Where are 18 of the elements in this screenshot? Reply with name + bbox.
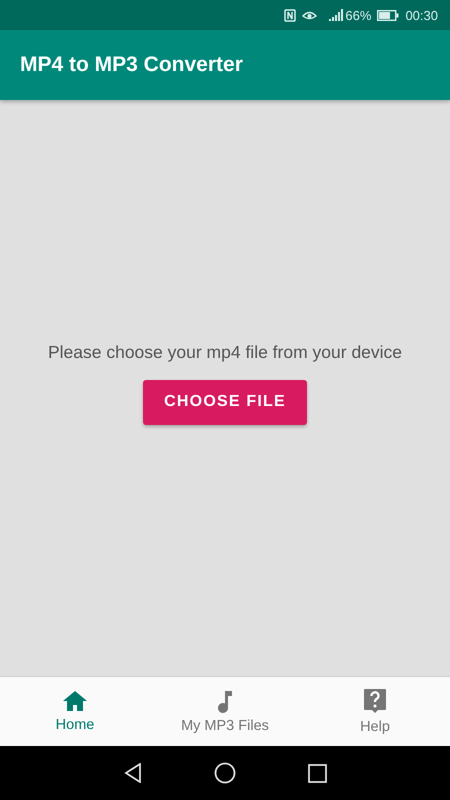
music-note-icon [217,689,233,713]
back-icon[interactable] [124,763,142,783]
nav-tab[interactable]: Home [0,677,150,746]
battery-icon [377,10,400,20]
nav-tab[interactable]: My MP3 Files [150,677,300,746]
eye-icon [302,9,318,21]
app-title: MP4 to MP3 Converter [20,53,243,77]
nfc-icon [284,8,296,22]
battery-percent: 66% [345,8,372,22]
choose-file-button[interactable]: CHOOSE FILE [143,380,307,424]
signal-icon [329,9,344,21]
recents-square-icon[interactable] [308,764,326,782]
help-icon [363,688,387,714]
nav-tab[interactable]: Help [300,677,450,746]
home-circle-icon[interactable] [214,762,236,784]
instruction-text: Please choose your mp4 file from your device [48,342,402,362]
home-icon [62,690,88,712]
clock-time: 00:30 [405,8,438,22]
